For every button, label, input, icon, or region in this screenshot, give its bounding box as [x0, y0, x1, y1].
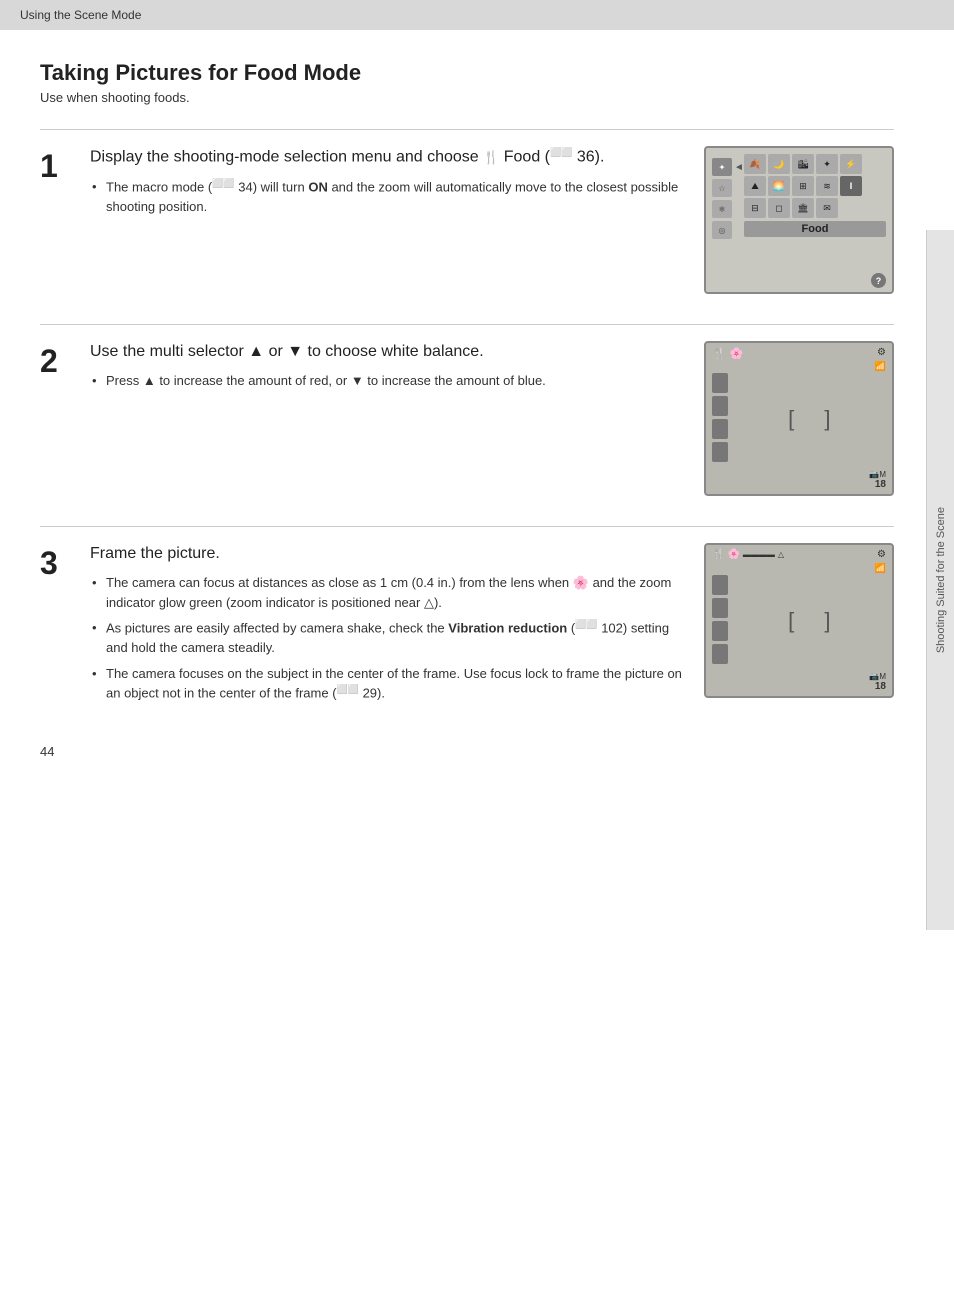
- step-3-content: Frame the picture. The camera can focus …: [90, 543, 704, 709]
- step-3-bullet-3: The camera focuses on the subject in the…: [90, 664, 684, 703]
- header-title: Using the Scene Mode: [20, 8, 141, 22]
- header-bar: Using the Scene Mode: [0, 0, 954, 30]
- step-2-screen: 🍴 🌸 ⚙ 📶 [ ] 📷M: [704, 341, 894, 496]
- step-1-bullet-1: The macro mode (⬜⬜ 34) will turn ON and …: [90, 177, 684, 216]
- step-3-bullets: The camera can focus at distances as clo…: [90, 573, 684, 703]
- step-3-bullet-2: As pictures are easily affected by camer…: [90, 618, 684, 657]
- step-3-number: 3: [40, 547, 90, 579]
- page-title: Taking Pictures for Food Mode: [40, 60, 894, 86]
- step-1-bullets: The macro mode (⬜⬜ 34) will turn ON and …: [90, 177, 684, 216]
- step-2-bullets: Press ▲ to increase the amount of red, o…: [90, 371, 684, 391]
- step-1-content: Display the shooting-mode selection menu…: [90, 146, 704, 222]
- food-mode-icon: 🍴: [483, 149, 499, 164]
- step-2-bullet-1: Press ▲ to increase the amount of red, o…: [90, 371, 684, 391]
- sidebar-text: Shooting Suited for the Scene: [935, 507, 947, 653]
- step-1-number: 1: [40, 150, 90, 182]
- step-3-bullet-1: The camera can focus at distances as clo…: [90, 573, 684, 612]
- step-2-number: 2: [40, 345, 90, 377]
- sidebar-label: Shooting Suited for the Scene: [926, 230, 954, 930]
- step-2-section: 2 Use the multi selector ▲ or ▼ to choos…: [40, 324, 894, 496]
- step-3-heading: Frame the picture.: [90, 543, 684, 565]
- step-1-screen: ✦ ☆ ❄ ◎ ◄ 🍂 🌙 🏙 ✦ ⚡: [704, 146, 894, 294]
- subtitle: Use when shooting foods.: [40, 90, 894, 105]
- step-1-section: 1 Display the shooting-mode selection me…: [40, 129, 894, 294]
- step-2-content: Use the multi selector ▲ or ▼ to choose …: [90, 341, 704, 397]
- step-3-section: 3 Frame the picture. The camera can focu…: [40, 526, 894, 709]
- page-number: 44: [40, 744, 54, 759]
- step-1-heading: Display the shooting-mode selection menu…: [90, 146, 684, 169]
- step-3-screen: 🍴 🌸 ▬▬▬▬ △ ⚙ 📶 [ ] 📷M: [704, 543, 894, 698]
- step-2-heading: Use the multi selector ▲ or ▼ to choose …: [90, 341, 684, 363]
